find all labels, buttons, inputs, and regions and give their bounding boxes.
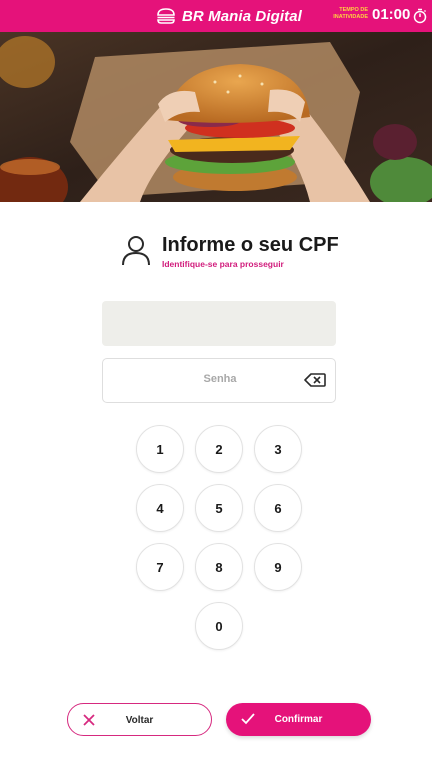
inactivity-label: TEMPO DE INATIVIDADE (330, 7, 368, 21)
keypad-key-3[interactable]: 3 (254, 425, 302, 473)
keypad-key-8[interactable]: 8 (195, 543, 243, 591)
hero-burger-image (0, 32, 432, 202)
page-subtitle: Identifique-se para prosseguir (162, 259, 284, 269)
cpf-input[interactable] (102, 301, 336, 346)
password-placeholder: Senha (203, 373, 237, 385)
inactivity-label-line1: TEMPO DE (339, 7, 368, 13)
keypad-key-9[interactable]: 9 (254, 543, 302, 591)
keypad-key-4[interactable]: 4 (136, 484, 184, 532)
back-button[interactable]: Voltar (67, 703, 212, 736)
brand: BR Mania Digital (156, 6, 302, 26)
keypad-key-2[interactable]: 2 (195, 425, 243, 473)
backspace-icon[interactable] (304, 372, 326, 388)
cpf-header: Informe o seu CPF Identifique-se para pr… (120, 232, 360, 272)
keypad-key-5[interactable]: 5 (195, 484, 243, 532)
inactivity-timer: 01:00 (372, 6, 411, 23)
confirm-button[interactable]: Confirmar (226, 703, 371, 736)
top-bar: BR Mania Digital TEMPO DE INATIVIDADE 01… (0, 0, 432, 32)
keypad-key-6[interactable]: 6 (254, 484, 302, 532)
burger-icon (157, 8, 175, 24)
back-button-label: Voltar (125, 715, 154, 726)
page-title: Informe o seu CPF (162, 234, 339, 256)
app-title: BR Mania Digital (182, 7, 302, 25)
burger-photo (0, 32, 432, 202)
keypad-key-0[interactable]: 0 (195, 602, 243, 650)
stopwatch-icon (413, 8, 427, 24)
user-icon (122, 236, 150, 266)
keypad-key-7[interactable]: 7 (136, 543, 184, 591)
confirm-button-label: Confirmar (274, 714, 323, 725)
inactivity-label-line2: INATIVIDADE (333, 14, 368, 20)
keypad-key-1[interactable]: 1 (136, 425, 184, 473)
password-field[interactable]: Senha (102, 358, 336, 403)
